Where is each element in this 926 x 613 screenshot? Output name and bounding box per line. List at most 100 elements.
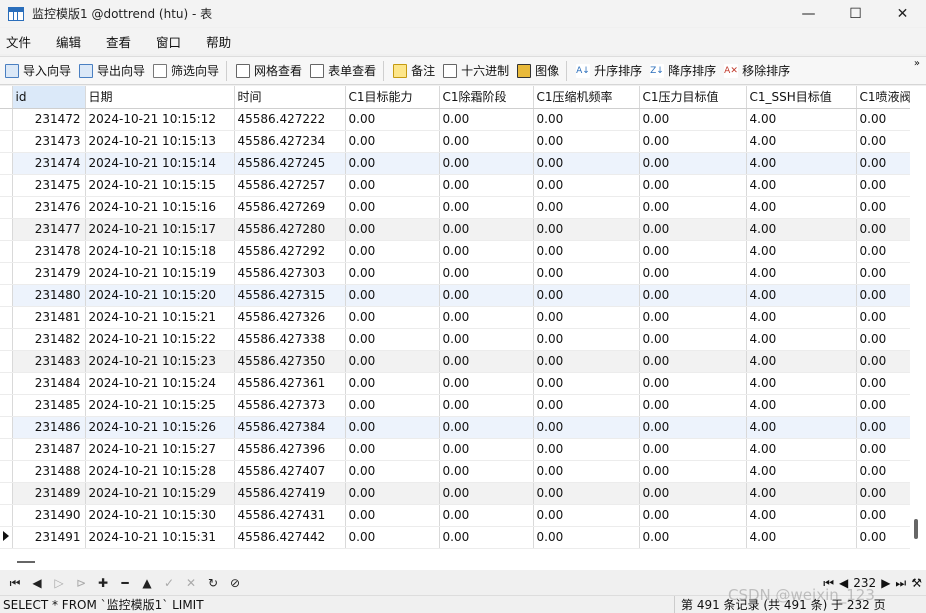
sort-desc-button[interactable]: Z↓ 降序排序	[647, 60, 719, 82]
row-indicator[interactable]	[0, 482, 13, 505]
first-record-icon[interactable]: ⏮	[4, 576, 26, 591]
cell-c1-target-capacity[interactable]: 0.00	[345, 328, 440, 351]
cell-c1-defrost-stage[interactable]: 0.00	[439, 460, 534, 483]
cell-c1-defrost-stage[interactable]: 0.00	[439, 438, 534, 461]
cell-c1-compressor-freq[interactable]: 0.00	[533, 394, 640, 417]
cell-id[interactable]: 231477	[12, 218, 86, 241]
last-page-icon[interactable]: ⏭	[895, 576, 906, 591]
cell-c1-pressure-target[interactable]: 0.00	[639, 350, 747, 373]
cell-time[interactable]: 45586.427292	[234, 240, 346, 263]
cell-id[interactable]: 231482	[12, 328, 86, 351]
cell-c1-compressor-freq[interactable]: 0.00	[533, 306, 640, 329]
cell-id[interactable]: 231476	[12, 196, 86, 219]
cell-c1-ssh-target[interactable]: 4.00	[746, 350, 857, 373]
cell-c1-ssh-target[interactable]: 4.00	[746, 240, 857, 263]
row-indicator[interactable]	[0, 152, 13, 175]
cell-c1-defrost-stage[interactable]: 0.00	[439, 306, 534, 329]
cell-c1-defrost-stage[interactable]: 0.00	[439, 394, 534, 417]
cell-id[interactable]: 231488	[12, 460, 86, 483]
cell-c1-ssh-target[interactable]: 4.00	[746, 394, 857, 417]
cell-c1-defrost-stage[interactable]: 0.00	[439, 416, 534, 439]
export-wizard-button[interactable]: 导出向导	[76, 60, 148, 82]
cell-time[interactable]: 45586.427419	[234, 482, 346, 505]
cell-id[interactable]: 231491	[12, 526, 86, 549]
refresh-icon[interactable]: ↻	[202, 576, 224, 590]
table-row[interactable]: 231489 2024-10-21 10:15:29 45586.427419 0.0…	[0, 482, 917, 505]
cell-c1-defrost-stage[interactable]: 0.00	[439, 526, 534, 549]
cell-c1-compressor-freq[interactable]: 0.00	[533, 328, 640, 351]
cell-c1-injection-valve[interactable]: 0.00	[856, 262, 917, 285]
cell-date[interactable]: 2024-10-21 10:15:13	[85, 130, 235, 153]
cell-time[interactable]: 45586.427431	[234, 504, 346, 527]
vertical-scroll-thumb[interactable]	[914, 519, 918, 539]
cell-c1-pressure-target[interactable]: 0.00	[639, 438, 747, 461]
cell-c1-pressure-target[interactable]: 0.00	[639, 460, 747, 483]
cell-c1-compressor-freq[interactable]: 0.00	[533, 240, 640, 263]
cell-date[interactable]: 2024-10-21 10:15:14	[85, 152, 235, 175]
cell-c1-pressure-target[interactable]: 0.00	[639, 108, 747, 131]
row-indicator[interactable]	[0, 394, 13, 417]
cell-c1-pressure-target[interactable]: 0.00	[639, 240, 747, 263]
cell-time[interactable]: 45586.427222	[234, 108, 346, 131]
cell-c1-pressure-target[interactable]: 0.00	[639, 152, 747, 175]
table-row[interactable]: 231472 2024-10-21 10:15:12 45586.427222 0.0…	[0, 108, 917, 131]
cell-c1-defrost-stage[interactable]: 0.00	[439, 482, 534, 505]
column-header-c1-injection-valve[interactable]: C1喷液阀	[856, 86, 917, 109]
table-row[interactable]: 231479 2024-10-21 10:15:19 45586.427303 0.0…	[0, 262, 917, 285]
cell-c1-target-capacity[interactable]: 0.00	[345, 416, 440, 439]
cell-c1-compressor-freq[interactable]: 0.00	[533, 218, 640, 241]
column-header-c1-ssh-target[interactable]: C1_SSH目标值	[746, 86, 857, 109]
cell-id[interactable]: 231487	[12, 438, 86, 461]
delete-record-icon[interactable]: ━	[114, 576, 136, 590]
cell-c1-injection-valve[interactable]: 0.00	[856, 460, 917, 483]
cell-c1-target-capacity[interactable]: 0.00	[345, 196, 440, 219]
row-indicator[interactable]	[0, 108, 13, 131]
cell-c1-compressor-freq[interactable]: 0.00	[533, 174, 640, 197]
cell-time[interactable]: 45586.427338	[234, 328, 346, 351]
cell-c1-ssh-target[interactable]: 4.00	[746, 196, 857, 219]
column-header-date[interactable]: 日期	[85, 86, 235, 109]
cell-c1-ssh-target[interactable]: 4.00	[746, 108, 857, 131]
cell-c1-pressure-target[interactable]: 0.00	[639, 526, 747, 549]
table-row[interactable]: 231485 2024-10-21 10:15:25 45586.427373 0.0…	[0, 394, 917, 417]
cell-id[interactable]: 231480	[12, 284, 86, 307]
column-header-c1-defrost-stage[interactable]: C1除霜阶段	[439, 86, 534, 109]
cell-date[interactable]: 2024-10-21 10:15:16	[85, 196, 235, 219]
cell-date[interactable]: 2024-10-21 10:15:23	[85, 350, 235, 373]
form-view-button[interactable]: 表单查看	[307, 60, 379, 82]
cell-c1-ssh-target[interactable]: 4.00	[746, 504, 857, 527]
cell-c1-compressor-freq[interactable]: 0.00	[533, 526, 640, 549]
cell-c1-ssh-target[interactable]: 4.00	[746, 372, 857, 395]
table-row[interactable]: 231474 2024-10-21 10:15:14 45586.427245 0.0…	[0, 152, 917, 175]
horizontal-scroll-thumb[interactable]	[17, 561, 35, 563]
cell-time[interactable]: 45586.427280	[234, 218, 346, 241]
cell-c1-ssh-target[interactable]: 4.00	[746, 328, 857, 351]
cell-c1-pressure-target[interactable]: 0.00	[639, 482, 747, 505]
cell-c1-injection-valve[interactable]: 0.00	[856, 526, 917, 549]
cell-c1-injection-valve[interactable]: 0.00	[856, 416, 917, 439]
cell-c1-target-capacity[interactable]: 0.00	[345, 130, 440, 153]
cell-date[interactable]: 2024-10-21 10:15:20	[85, 284, 235, 307]
cell-date[interactable]: 2024-10-21 10:15:24	[85, 372, 235, 395]
cell-id[interactable]: 231479	[12, 262, 86, 285]
cell-c1-defrost-stage[interactable]: 0.00	[439, 130, 534, 153]
row-indicator[interactable]	[0, 438, 13, 461]
menu-help[interactable]: 帮助	[206, 32, 231, 51]
close-button[interactable]: ✕	[879, 0, 926, 27]
cell-c1-defrost-stage[interactable]: 0.00	[439, 328, 534, 351]
cell-c1-ssh-target[interactable]: 4.00	[746, 152, 857, 175]
cell-c1-pressure-target[interactable]: 0.00	[639, 196, 747, 219]
cell-c1-target-capacity[interactable]: 0.00	[345, 240, 440, 263]
cell-time[interactable]: 45586.427384	[234, 416, 346, 439]
cell-c1-defrost-stage[interactable]: 0.00	[439, 504, 534, 527]
cell-id[interactable]: 231490	[12, 504, 86, 527]
image-button[interactable]: 图像	[514, 60, 562, 82]
row-indicator[interactable]	[0, 130, 13, 153]
prev-record-icon[interactable]: ◀	[26, 576, 48, 590]
next-page-icon[interactable]: ▶	[881, 576, 890, 590]
horizontal-scrollbar[interactable]	[0, 555, 910, 570]
cell-c1-pressure-target[interactable]: 0.00	[639, 306, 747, 329]
maximize-button[interactable]: ☐	[832, 0, 879, 27]
cell-c1-compressor-freq[interactable]: 0.00	[533, 372, 640, 395]
row-indicator[interactable]	[0, 306, 13, 329]
